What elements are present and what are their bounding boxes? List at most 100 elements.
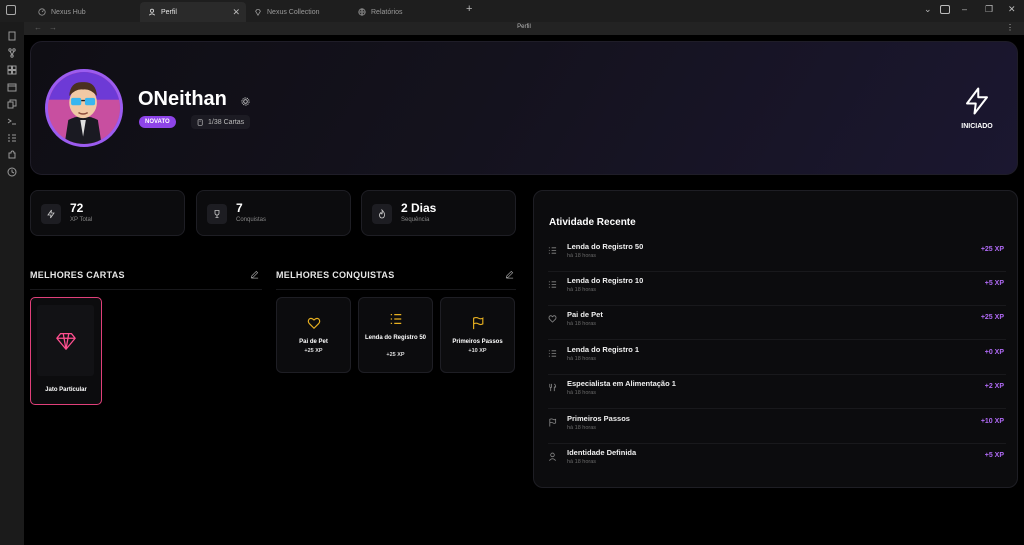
more-icon[interactable]: ⋮ (1006, 23, 1014, 32)
achievement-card[interactable]: Pai de Pet +25 XP (276, 297, 351, 373)
profile-header: ONeithan NOVATO 1/38 Cartas INICIADO (30, 41, 1018, 175)
tab-label: Perfil (161, 8, 177, 16)
stat-label: Conquistas (236, 217, 267, 223)
activity-time: há 18 horas (567, 253, 597, 259)
gem-icon (255, 9, 261, 16)
activity-name: Identidade Definida (567, 448, 637, 457)
cards-icon (197, 118, 203, 126)
activity-xp: +5 XP (984, 452, 1004, 459)
activity-time: há 18 horas (567, 425, 597, 431)
activity-name: Especialista em Alimentação 1 (567, 379, 676, 388)
gear-icon[interactable] (241, 93, 250, 106)
bolt-icon (41, 204, 61, 224)
divider (30, 289, 262, 290)
activity-row: Especialista em Alimentação 1 há 18 hora… (548, 375, 1006, 409)
grid-icon[interactable] (7, 62, 17, 75)
stat-label: XP Total (70, 217, 93, 223)
activity-xp: +25 XP (980, 314, 1004, 321)
page-title: Perfil (517, 24, 531, 30)
activity-name: Lenda do Registro 50 (567, 242, 644, 251)
checklist-icon[interactable] (7, 130, 17, 142)
activity-xp: +0 XP (984, 349, 1004, 356)
calendar-icon[interactable] (7, 79, 17, 92)
cards-count: 1/38 Cartas (208, 118, 245, 126)
achievement-card[interactable]: Lenda do Registro 50 +25 XP (358, 297, 433, 373)
utensils-icon (549, 383, 557, 392)
edit-icon[interactable] (505, 270, 514, 279)
tab-perfil[interactable]: Perfil ✕ (140, 2, 246, 22)
activity-row: Pai de Pet há 18 horas +25 XP (548, 306, 1006, 340)
activity-xp: +2 XP (984, 383, 1004, 390)
stat-value: 7 (236, 201, 243, 215)
flag-icon (549, 418, 557, 427)
achievement-card[interactable]: Primeiros Passos +10 XP (440, 297, 515, 373)
activity-time: há 18 horas (567, 321, 597, 327)
achievement-xp: +25 XP (304, 348, 323, 354)
tab-nexus-hub[interactable]: Nexus Hub (30, 2, 140, 22)
copy-icon[interactable] (7, 96, 17, 109)
activity-time: há 18 horas (567, 390, 597, 396)
achievement-name: Pai de Pet (299, 339, 328, 345)
card-art (37, 305, 94, 376)
divider (548, 408, 1006, 409)
list-icon (548, 350, 557, 357)
tab-label: Nexus Collection (267, 8, 320, 16)
list-icon (390, 314, 401, 324)
user-icon (549, 452, 556, 461)
flame-icon (372, 204, 392, 224)
globe-icon (358, 8, 366, 16)
bolt-icon (966, 87, 988, 115)
activity-name: Primeiros Passos (567, 414, 630, 423)
edit-icon[interactable] (250, 270, 259, 279)
history-icon[interactable] (7, 164, 17, 177)
split-view-icon[interactable] (940, 5, 950, 14)
activity-time: há 18 horas (567, 287, 597, 293)
stat-conquistas: 7 Conquistas (196, 190, 351, 236)
best-card[interactable]: Jato Particular (30, 297, 102, 405)
diamond-icon (55, 332, 76, 350)
stat-sequencia: 2 Dias Sequência (361, 190, 516, 236)
maximize-button[interactable]: ❐ (985, 4, 993, 15)
address-bar: ← → Perfil ⋮ (24, 22, 1024, 35)
minimize-button[interactable]: – (962, 4, 967, 14)
activity-xp: +5 XP (984, 280, 1004, 287)
chevron-down-icon[interactable]: ⌄ (924, 4, 932, 15)
divider (276, 289, 516, 290)
tab-label: Nexus Hub (51, 8, 86, 16)
activity-xp: +10 XP (980, 418, 1004, 425)
new-tab-button[interactable]: + (466, 3, 472, 15)
recent-activity-panel: Atividade Recente Lenda do Registro 50 h… (533, 190, 1018, 488)
heart-icon (307, 317, 320, 330)
activity-row: Identidade Definida há 18 horas +5 XP (548, 444, 1006, 478)
activity-name: Lenda do Registro 10 (567, 276, 644, 285)
avatar[interactable] (45, 69, 123, 147)
user-icon (148, 8, 156, 16)
activity-time: há 18 horas (567, 459, 597, 465)
side-toolbar (0, 22, 24, 545)
tab-bar: Nexus Hub Perfil ✕ Nexus Collection Rela… (0, 0, 1024, 22)
activity-time: há 18 horas (567, 356, 597, 362)
activity-title: Atividade Recente (549, 217, 636, 228)
trophy-icon (207, 204, 227, 224)
card-name: Jato Particular (45, 387, 87, 393)
pages-icon[interactable] (7, 28, 17, 41)
activity-row: Lenda do Registro 1 há 18 horas +0 XP (548, 341, 1006, 375)
close-icon[interactable]: ✕ (232, 7, 240, 18)
activity-row: Lenda do Registro 10 há 18 horas +5 XP (548, 272, 1006, 306)
branch-icon[interactable] (7, 45, 17, 58)
window-close-button[interactable]: ✕ (1008, 4, 1016, 15)
sidebar-toggle-icon[interactable] (6, 5, 16, 15)
tab-nexus-collection[interactable]: Nexus Collection (246, 2, 350, 22)
rank-label: INICIADO (961, 123, 993, 130)
activity-row: Lenda do Registro 50 há 18 horas +25 XP (548, 238, 1006, 272)
achievement-name: Primeiros Passos (452, 339, 503, 345)
terminal-icon[interactable] (7, 113, 17, 125)
level-badge: NOVATO (139, 116, 176, 128)
puzzle-icon[interactable] (7, 147, 17, 159)
activity-row: Primeiros Passos há 18 horas +10 XP (548, 410, 1006, 444)
stat-value: 2 Dias (401, 201, 437, 215)
best-achievements-title: MELHORES CONQUISTAS (276, 270, 395, 280)
list-icon (548, 281, 557, 288)
achievement-xp: +25 XP (386, 352, 405, 358)
tab-relatorios[interactable]: Relatórios (350, 2, 454, 22)
